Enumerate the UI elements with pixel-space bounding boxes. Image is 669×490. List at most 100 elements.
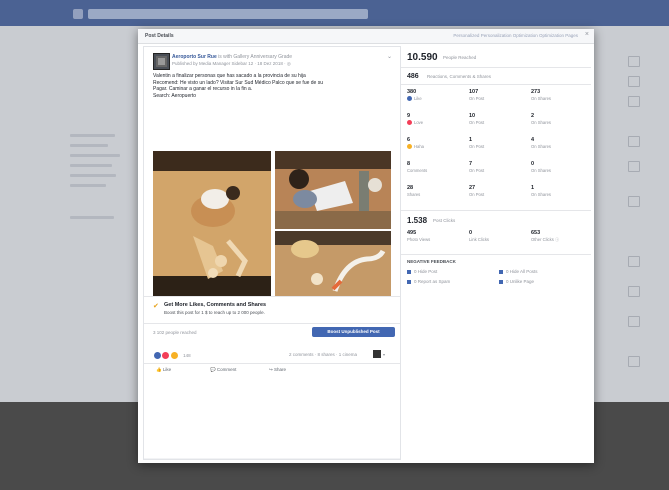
side-icon — [628, 196, 640, 207]
square-icon — [499, 269, 503, 274]
post-card: Aeroporto Sur Rue is with Gallery Annive… — [144, 47, 400, 458]
haha-reaction-icon — [169, 351, 179, 360]
stat-label: On Shares — [531, 120, 552, 125]
facebook-logo-icon[interactable] — [73, 9, 83, 19]
click-label: Photo Views — [407, 237, 431, 242]
stat-value: 380 — [407, 89, 417, 95]
click-cell: 495 Photo Views — [407, 230, 467, 252]
stat-value: 1 — [531, 185, 535, 191]
stat-cell: 1 On Shares — [531, 185, 591, 207]
side-icon — [628, 56, 640, 67]
boost-title: Get More Likes, Comments and Shares — [164, 302, 267, 308]
divider — [401, 67, 591, 68]
chevron-down-icon[interactable]: ⌄ — [387, 53, 392, 60]
boost-subtitle: Boost this post for 1 $ to reach up to 2… — [164, 310, 265, 315]
page-avatar[interactable] — [153, 53, 170, 70]
divider — [401, 84, 591, 85]
stat-cell: 8 Comments — [407, 161, 467, 183]
click-label: Other Clicks ⓘ — [531, 237, 560, 242]
avatar-dropdown-icon[interactable]: ▾ — [383, 352, 385, 357]
comment-button[interactable]: 💬 Comment — [210, 367, 236, 373]
negative-feedback-item: 0 Hide All Posts — [499, 269, 538, 274]
checkmark-icon: ✔ — [153, 303, 159, 310]
boost-post-button[interactable]: Boost Unpublished Post — [312, 327, 395, 337]
like-label: Like — [162, 367, 172, 372]
commenter-avatar[interactable] — [373, 350, 381, 358]
clicks-label: Post Clicks — [433, 218, 456, 223]
stat-label: Like — [414, 96, 422, 101]
stat-cell: 27 On Post — [469, 185, 529, 207]
background-text — [70, 164, 112, 167]
post-column: Aeroporto Sur Rue is with Gallery Annive… — [143, 46, 401, 460]
stat-label: On Post — [469, 192, 485, 197]
stat-value: 1 — [469, 137, 473, 143]
dialog-title: Post Details — [145, 33, 174, 39]
comment-label: Comment — [216, 367, 237, 372]
search-input[interactable] — [88, 9, 368, 19]
stat-cell: 273 On Shares — [531, 89, 591, 111]
close-icon[interactable]: × — [585, 31, 589, 39]
engagement-label: Reactions, Comments & Shares — [427, 74, 492, 79]
click-cell: 0 Link Clicks — [469, 230, 529, 252]
post-photo[interactable] — [153, 151, 271, 296]
stat-label: Love — [414, 120, 424, 125]
negative-feedback-label: 0 Hide All Posts — [506, 269, 538, 274]
clicks-value: 1.538 — [407, 216, 428, 225]
stat-cell: 1 On Post — [469, 137, 529, 159]
background-text — [70, 144, 108, 147]
divider — [401, 254, 591, 255]
post-photo[interactable] — [275, 231, 391, 296]
page-name-suffix: is with Gallery Anniversary Grade — [218, 54, 293, 60]
click-value: 653 — [531, 230, 541, 236]
page-name-line: Aeroporto Sur Rue is with Gallery Annive… — [172, 54, 292, 60]
side-icon — [628, 316, 640, 327]
stat-cell: 107 On Post — [469, 89, 529, 111]
square-icon — [407, 279, 411, 284]
stat-cell: 4 On Shares — [531, 137, 591, 159]
stat-label: On Post — [469, 120, 485, 125]
stat-label: On Shares — [531, 144, 552, 149]
click-label: Link Clicks — [469, 237, 490, 242]
reactions-summary[interactable]: 148 — [153, 351, 191, 360]
love-icon — [407, 120, 412, 126]
dialog-header: Post Details Personalized Personalizatio… — [138, 29, 594, 44]
stat-value: 6 — [407, 137, 411, 143]
stat-cell: 2 On Shares — [531, 113, 591, 135]
page-name-link[interactable]: Aeroporto Sur Rue — [172, 54, 217, 60]
stat-value: 28 — [407, 185, 414, 191]
header-link[interactable]: Personalized Personalization Optimizatio… — [453, 33, 578, 38]
stat-value: 273 — [531, 89, 541, 95]
haha-icon — [407, 144, 412, 150]
post-photo[interactable] — [275, 151, 391, 229]
post-text-line: Search: Aeropuerto — [153, 92, 197, 99]
stat-label: On Post — [469, 96, 485, 101]
like-icon — [407, 96, 412, 102]
divider — [401, 210, 591, 211]
stat-value: 4 — [531, 137, 535, 143]
negative-feedback-label: 0 Unlike Page — [506, 279, 535, 284]
share-button[interactable]: ↪ Share — [269, 367, 286, 373]
negative-feedback-item: 0 Report as Spam — [407, 279, 450, 284]
boost-promo[interactable]: ✔ Get More Likes, Comments and Shares Bo… — [144, 296, 400, 324]
stat-label: On Shares — [531, 96, 552, 101]
like-button[interactable]: 👍 Like — [156, 367, 171, 373]
stat-cell: 10 On Post — [469, 113, 529, 135]
side-icon — [628, 76, 640, 87]
stat-label: On Post — [469, 144, 485, 149]
share-label: Share — [274, 367, 287, 372]
side-icon — [628, 356, 640, 367]
square-icon — [499, 279, 503, 284]
stat-value: 10 — [469, 113, 476, 119]
reach-line: 3 102 people reached — [153, 330, 197, 335]
square-icon — [407, 269, 411, 274]
negative-feedback-title: NEGATIVE FEEDBACK — [407, 259, 456, 264]
stat-label: Shares — [407, 192, 421, 197]
stat-cell: 0 On Shares — [531, 161, 591, 183]
stat-value: 0 — [531, 161, 535, 167]
post-actions: 👍 Like 💬 Comment ↪ Share — [144, 363, 400, 376]
background-text — [70, 174, 116, 177]
engagement-value: 486 — [407, 73, 419, 80]
stat-value: 107 — [469, 89, 479, 95]
comments-shares-count[interactable]: 2 comments · 8 shares · 1 cinema — [289, 352, 357, 357]
negative-feedback-item: 0 Hide Post — [407, 269, 437, 274]
